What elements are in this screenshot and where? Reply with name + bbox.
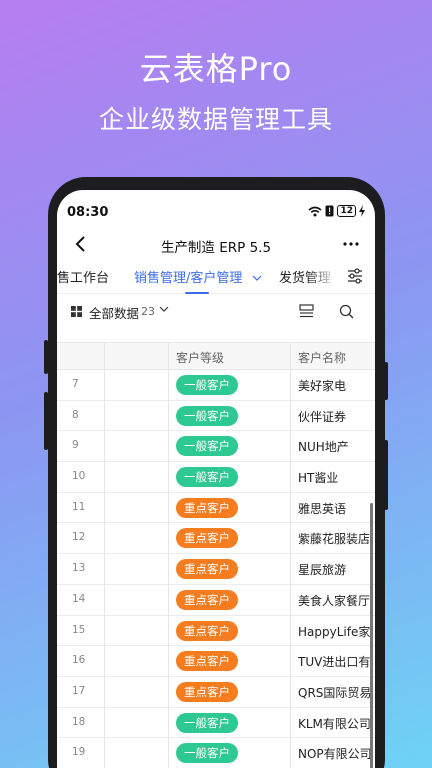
row-index: 15 [72, 623, 86, 636]
scrollbar[interactable] [370, 503, 373, 768]
row-index: 8 [72, 408, 79, 421]
promo-title: 云表格Pro [139, 50, 293, 88]
nav-bar: 生产制造 ERP 5.5 [57, 232, 375, 262]
wifi-icon [308, 206, 322, 216]
row-index: 16 [72, 654, 86, 667]
customer-name: 紫藤花服装店 [298, 532, 371, 547]
customer-name: HappyLife家 [298, 624, 371, 639]
chevron-down-icon[interactable] [159, 304, 169, 314]
customer-level-badge[interactable]: 重点客户 [176, 651, 238, 672]
phone-side-button [384, 440, 388, 510]
customer-name: TUV进出口有 [298, 655, 371, 670]
tab-bar: 销售工作台 销售管理/客户管理 发货管理 [57, 262, 375, 294]
status-bar: 08:30 12 [57, 190, 375, 232]
customer-level-badge[interactable]: 重点客户 [176, 528, 238, 549]
filter-settings-icon[interactable] [345, 266, 365, 286]
phone-side-button [44, 340, 48, 374]
row-index: 11 [72, 500, 86, 513]
row-index: 13 [72, 562, 86, 575]
tab-sales-customer[interactable]: 销售管理/客户管理 [134, 267, 262, 286]
column-divider [290, 342, 291, 768]
more-options-icon[interactable] [341, 234, 361, 254]
customer-level-badge[interactable]: 一般客户 [176, 743, 238, 764]
promo-subtitle: 企业级数据管理工具 [98, 105, 333, 134]
customer-name: NOP有限公司 [298, 747, 372, 762]
phone-side-button [44, 392, 48, 450]
tab-label: 销售管理/客户管理 [134, 271, 243, 286]
customer-level-badge[interactable]: 重点客户 [176, 589, 238, 610]
column-divider [168, 342, 169, 768]
phone-screen: 08:30 12 生产制造 ERP 5.5 售工作台 销售管理/客户管理 发货管… [57, 190, 375, 768]
grid-view-icon [71, 306, 82, 317]
customer-level-badge[interactable]: 一般客户 [176, 405, 238, 426]
customer-name: KLM有限公司 [298, 716, 371, 731]
charging-icon [359, 205, 365, 217]
status-time: 08:30 [67, 205, 109, 220]
customer-name: 伙伴证券 [298, 409, 347, 424]
column-header-level[interactable]: 客户等级 [176, 349, 224, 366]
customer-level-badge[interactable]: 重点客户 [176, 681, 238, 702]
row-index: 17 [72, 684, 86, 697]
phone-side-button [384, 362, 388, 400]
customer-level-badge[interactable]: 一般客户 [176, 436, 238, 457]
row-index: 14 [72, 592, 86, 605]
customer-name: NUH地产 [298, 440, 349, 455]
tab-fade [307, 262, 337, 292]
status-icons: 12 [308, 205, 365, 217]
column-header-name[interactable]: 客户名称 [298, 349, 346, 366]
alert-icon [325, 205, 334, 217]
row-index: 10 [72, 470, 86, 483]
customer-level-badge[interactable]: 重点客户 [176, 620, 238, 641]
customer-name: 雅思英语 [298, 501, 347, 516]
tab-sales-workbench[interactable]: 销售工作台 [57, 267, 109, 286]
page-title: 生产制造 ERP 5.5 [160, 240, 272, 256]
customer-name: HT酱业 [298, 471, 339, 486]
row-index: 7 [72, 378, 79, 390]
view-count: 23 [141, 305, 155, 318]
chevron-down-icon [252, 275, 261, 281]
customer-name: 星辰旅游 [298, 563, 347, 578]
customer-level-badge[interactable]: 重点客户 [176, 497, 238, 518]
customer-name: 美食人家餐厅 [298, 593, 371, 608]
view-selector[interactable]: 全部数据 [89, 303, 139, 322]
row-index: 19 [72, 746, 86, 759]
customer-level-badge[interactable]: 一般客户 [176, 467, 238, 488]
column-divider [104, 342, 105, 768]
customer-name: 美好家电 [298, 379, 347, 393]
row-index: 12 [72, 531, 86, 544]
customer-level-badge[interactable]: 重点客户 [176, 559, 238, 580]
view-bar: 全部数据 23 [57, 294, 375, 330]
battery-level: 12 [337, 205, 356, 217]
row-index: 9 [72, 439, 79, 452]
customer-level-badge[interactable]: 一般客户 [176, 712, 238, 733]
row-index: 18 [72, 715, 86, 728]
row-height-icon[interactable] [299, 304, 314, 318]
search-icon[interactable] [339, 304, 354, 319]
customer-level-badge[interactable]: 一般客户 [176, 375, 238, 395]
customer-name: QRS国际贸易 [298, 685, 372, 700]
